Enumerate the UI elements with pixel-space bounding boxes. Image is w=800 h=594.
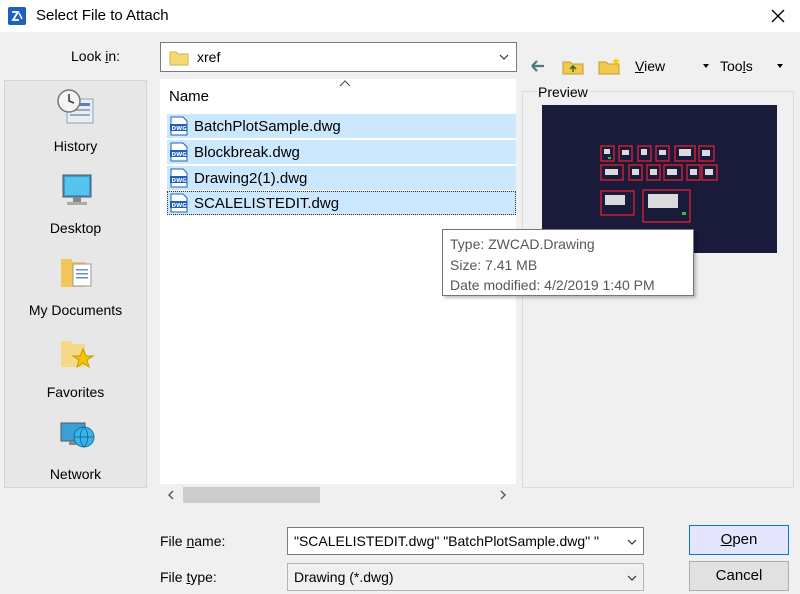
dwg-file-icon: DWG bbox=[170, 116, 188, 136]
documents-icon bbox=[61, 259, 92, 287]
file-type-label: File type: bbox=[160, 569, 217, 585]
column-header-name[interactable]: Name bbox=[169, 88, 209, 105]
history-icon bbox=[57, 89, 94, 124]
tooltip-type: Type: ZWCAD.Drawing bbox=[450, 236, 595, 252]
tooltip-size: Size: 7.41 MB bbox=[450, 256, 538, 273]
zwcad-app-icon bbox=[8, 7, 26, 25]
dwg-file-icon: DWG bbox=[170, 168, 188, 188]
back-button[interactable] bbox=[528, 54, 548, 78]
place-label: Network bbox=[49, 466, 102, 482]
favorites-icon bbox=[61, 341, 95, 369]
place-desktop[interactable]: Desktop bbox=[5, 163, 146, 243]
view-menu-button[interactable]: View bbox=[635, 54, 711, 78]
file-name-input[interactable]: "SCALELISTEDIT.dwg" "BatchPlotSample.dwg… bbox=[287, 527, 644, 555]
file-type-value: Drawing (*.dwg) bbox=[294, 569, 394, 585]
place-label: My Documents bbox=[28, 302, 123, 318]
places-bar: History Desktop My Documents Favorites N… bbox=[4, 80, 147, 488]
new-folder-icon bbox=[598, 57, 620, 75]
file-name: Drawing2(1).dwg bbox=[194, 169, 308, 187]
place-label: History bbox=[53, 138, 98, 154]
file-name: BatchPlotSample.dwg bbox=[194, 117, 341, 135]
network-icon bbox=[60, 422, 95, 448]
place-label: Desktop bbox=[49, 220, 102, 236]
svg-text:DWG: DWG bbox=[172, 152, 188, 158]
dwg-file-icon: DWG bbox=[170, 142, 188, 162]
dropdown-arrow-icon bbox=[703, 64, 710, 68]
place-favorites[interactable]: Favorites bbox=[5, 327, 146, 407]
chevron-down-icon bbox=[627, 575, 637, 581]
file-row[interactable]: DWG Blockbreak.dwg bbox=[167, 140, 516, 164]
place-network[interactable]: Network bbox=[5, 409, 146, 489]
chevron-down-icon[interactable] bbox=[626, 536, 638, 548]
scroll-left-icon[interactable] bbox=[165, 489, 177, 501]
open-button[interactable]: Open bbox=[689, 525, 789, 555]
back-arrow-icon bbox=[531, 60, 544, 72]
window-title: Select File to Attach bbox=[36, 7, 169, 24]
svg-text:DWG: DWG bbox=[172, 126, 188, 132]
up-folder-icon bbox=[562, 61, 584, 75]
chevron-down-icon bbox=[499, 54, 509, 60]
close-icon[interactable] bbox=[766, 4, 790, 28]
tools-menu-button[interactable]: Tools bbox=[720, 54, 785, 78]
file-name: SCALELISTEDIT.dwg bbox=[194, 194, 340, 212]
tooltip-modified: Date modified: 4/2/2019 1:40 PM bbox=[450, 277, 655, 293]
title-bar: Select File to Attach bbox=[0, 0, 800, 32]
scrollbar-thumb[interactable] bbox=[183, 487, 320, 503]
folder-icon bbox=[169, 51, 189, 66]
file-name: Blockbreak.dwg bbox=[194, 143, 300, 161]
scroll-right-icon[interactable] bbox=[497, 489, 509, 501]
svg-text:DWG: DWG bbox=[172, 203, 188, 209]
svg-text:DWG: DWG bbox=[172, 178, 188, 184]
look-in-combobox[interactable]: xref bbox=[160, 42, 517, 72]
sort-ascending-icon bbox=[339, 80, 351, 87]
toolbar: View Tools bbox=[526, 54, 800, 78]
preview-label: Preview bbox=[537, 84, 589, 100]
file-row[interactable]: DWG Drawing2(1).dwg bbox=[167, 166, 516, 190]
file-name-label: File name: bbox=[160, 533, 226, 549]
up-folder-button[interactable] bbox=[562, 54, 584, 78]
file-name-value: "SCALELISTEDIT.dwg" "BatchPlotSample.dwg… bbox=[294, 533, 599, 549]
file-info-tooltip: Type: ZWCAD.Drawing Size: 7.41 MB Date m… bbox=[442, 229, 694, 296]
look-in-value: xref bbox=[197, 49, 221, 65]
place-history[interactable]: History bbox=[5, 81, 146, 161]
dropdown-arrow-icon bbox=[776, 64, 783, 68]
cancel-button[interactable]: Cancel bbox=[689, 561, 789, 591]
file-type-select[interactable]: Drawing (*.dwg) bbox=[287, 563, 644, 591]
look-in-label: Look in: bbox=[71, 48, 121, 64]
view-label: View bbox=[635, 58, 666, 74]
desktop-icon bbox=[62, 174, 92, 205]
file-row[interactable]: DWG BatchPlotSample.dwg bbox=[167, 114, 516, 138]
file-row[interactable]: DWG SCALELISTEDIT.dwg bbox=[167, 191, 516, 215]
dwg-file-icon: DWG bbox=[170, 193, 188, 213]
horizontal-scrollbar[interactable] bbox=[160, 484, 516, 506]
new-folder-button[interactable] bbox=[598, 54, 622, 78]
place-label: Favorites bbox=[46, 384, 105, 400]
place-my-documents[interactable]: My Documents bbox=[5, 245, 146, 325]
tools-label: Tools bbox=[720, 58, 753, 74]
